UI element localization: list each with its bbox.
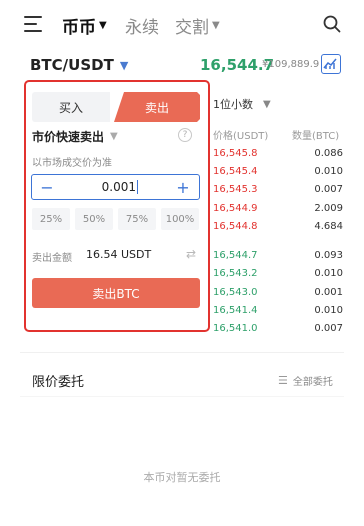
section-divider <box>20 396 344 397</box>
percent-75-button[interactable]: 75% <box>118 208 156 230</box>
bid-price: 16,543.2 <box>213 268 258 279</box>
order-type-label: 市价快速卖出 <box>32 130 105 144</box>
all-orders-label: 全部委托 <box>292 377 333 388</box>
ask-price: 16,544.9 <box>213 203 258 214</box>
search-icon[interactable] <box>322 14 342 34</box>
ask-row[interactable]: 16,544.8 4.684 <box>213 221 343 236</box>
bid-price: 16,541.4 <box>213 305 258 316</box>
sell-tab-label: 卖出 <box>144 100 169 115</box>
tab-perpetual[interactable]: 永续 <box>125 13 159 38</box>
orderbook-price-header: 价格(USDT) <box>213 131 269 142</box>
ask-price: 16,545.4 <box>213 166 258 177</box>
order-hint: 以市场成交价为准 <box>32 158 112 169</box>
pair-symbol: BTC/USDT <box>30 56 114 74</box>
quantity-input[interactable] <box>64 177 136 197</box>
tab-futures-label: 交割 <box>175 18 209 38</box>
text-cursor <box>137 180 138 194</box>
order-type-select[interactable]: 市价快速卖出 ▼ <box>32 128 118 145</box>
pair-selector[interactable]: BTC/USDT ▼ <box>30 56 128 74</box>
ask-row[interactable]: 16,545.4 0.010 <box>213 166 343 181</box>
menu-icon[interactable] <box>24 16 42 32</box>
bid-qty: 0.010 <box>314 268 343 279</box>
tab-spot-label: 币币 <box>62 18 96 38</box>
ask-qty: 4.684 <box>314 221 343 232</box>
increase-button[interactable]: + <box>174 176 192 198</box>
bid-row[interactable]: 16,543.2 0.010 <box>213 268 343 283</box>
precision-label: 1位小数 <box>213 98 253 111</box>
all-orders-link[interactable]: ☰ 全部委托 <box>278 373 333 388</box>
orderbook-qty-header: 数量(BTC) <box>292 131 340 142</box>
chevron-down-icon: ▼ <box>263 98 271 110</box>
tab-spot[interactable]: 币币 ▼ <box>62 13 107 38</box>
buy-tab[interactable]: 买入 <box>32 92 110 122</box>
percent-25-button[interactable]: 25% <box>32 208 70 230</box>
empty-orders-text: 本币对暂无委托 <box>143 471 221 484</box>
bid-row[interactable]: 16,541.4 0.010 <box>213 305 343 320</box>
sell-amount-value: 16.54 USDT <box>86 248 152 261</box>
decrease-button[interactable]: − <box>38 176 56 198</box>
tab-perpetual-label: 永续 <box>125 18 159 38</box>
sell-btc-button[interactable]: 卖出BTC <box>32 278 200 308</box>
cny-price: ¥109,889.9 <box>262 59 320 70</box>
chevron-down-icon: ▼ <box>119 58 129 72</box>
ask-price: 16,544.8 <box>213 221 258 232</box>
sell-amount-label: 卖出金额 <box>32 253 72 264</box>
bid-qty: 0.001 <box>314 287 343 298</box>
swap-icon[interactable]: ⇄ <box>186 247 196 261</box>
chevron-down-icon: ▼ <box>110 131 118 142</box>
ask-row[interactable]: 16,544.9 2.009 <box>213 203 343 218</box>
top-nav: 币币 ▼ 永续 交割 ▼ <box>0 0 364 48</box>
tab-futures[interactable]: 交割 ▼ <box>175 13 220 38</box>
ask-qty: 0.010 <box>314 166 343 177</box>
limit-orders-title: 限价委托 <box>32 375 85 390</box>
ask-row[interactable]: 16,545.8 0.086 <box>213 148 343 163</box>
bid-price: 16,543.0 <box>213 287 258 298</box>
bid-row[interactable]: 16,543.0 0.001 <box>213 287 343 302</box>
help-icon[interactable]: ? <box>178 128 192 142</box>
ask-price: 16,545.8 <box>213 148 258 159</box>
bid-price: 16,541.0 <box>213 323 258 334</box>
sell-tab[interactable]: 卖出 <box>114 92 200 122</box>
list-icon: ☰ <box>278 374 288 387</box>
ask-price: 16,545.3 <box>213 184 258 195</box>
bid-qty: 0.007 <box>314 323 343 334</box>
precision-select[interactable]: 1位小数 ▼ <box>213 96 271 112</box>
bid-row[interactable]: 16,544.7 0.093 <box>213 250 343 265</box>
ask-qty: 0.086 <box>314 148 343 159</box>
chevron-down-icon: ▼ <box>212 20 220 31</box>
chevron-down-icon: ▼ <box>99 20 107 31</box>
ask-qty: 0.007 <box>314 184 343 195</box>
bid-qty: 0.093 <box>314 250 343 261</box>
bid-row[interactable]: 16,541.0 0.007 <box>213 323 343 338</box>
ask-qty: 2.009 <box>314 203 343 214</box>
ask-row[interactable]: 16,545.3 0.007 <box>213 184 343 199</box>
percent-50-button[interactable]: 50% <box>75 208 113 230</box>
kline-chart-icon[interactable] <box>321 54 341 74</box>
percent-100-button[interactable]: 100% <box>161 208 199 230</box>
section-divider <box>20 352 344 353</box>
bid-qty: 0.010 <box>314 305 343 316</box>
bid-price: 16,544.7 <box>213 250 258 261</box>
